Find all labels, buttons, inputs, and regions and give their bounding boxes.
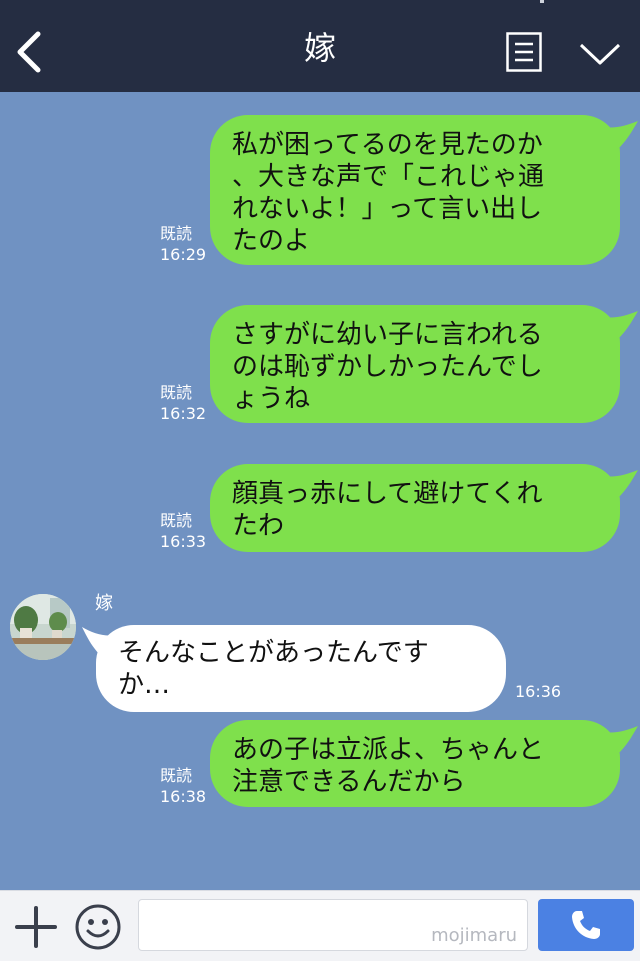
message-list[interactable]: 既読 16:29 私が困ってるのを見たのか 、大きな声で「これじゃ通 れないよ！…	[0, 92, 640, 890]
chevron-down-icon[interactable]	[578, 40, 622, 68]
message-line: れないよ！」って言い出し	[232, 194, 543, 224]
message-time: 16:33	[160, 532, 207, 551]
read-receipt: 既読	[160, 511, 193, 530]
bubble-tail	[604, 311, 638, 339]
message-line: のは恥ずかしかったんでし	[232, 352, 543, 382]
phone-icon	[572, 911, 600, 939]
watermark-text: mojimaru	[431, 925, 517, 946]
chat-header: 嫁	[0, 0, 640, 92]
plus-icon[interactable]	[14, 905, 58, 949]
read-receipt: 既読	[160, 383, 193, 402]
message-line: 顔真っ赤にして避けてくれ	[232, 479, 543, 509]
message-time: 16:29	[160, 245, 207, 264]
message-line: 、大きな声で「これじゃ通	[232, 162, 545, 192]
sender-name: 嫁	[95, 593, 113, 614]
message-line: か…	[118, 670, 171, 700]
message-time: 16:38	[160, 787, 207, 806]
message-line: ょうね	[232, 384, 311, 414]
outgoing-message-bubble[interactable]: 私が困ってるのを見たのか 、大きな声で「これじゃ通 れないよ！」って言い出し た…	[210, 115, 638, 265]
message-line: たのよ	[232, 226, 311, 256]
outgoing-message-bubble[interactable]: あの子は立派よ、ちゃんと 注意できるんだから	[210, 720, 638, 807]
chat-title: 嫁	[303, 29, 336, 67]
message-line: あの子は立派よ、ちゃんと	[232, 735, 545, 765]
message-line: 注意できるんだから	[232, 767, 466, 797]
message-time: 16:32	[160, 404, 207, 423]
call-button[interactable]	[538, 899, 634, 951]
message-meta: 既読 16:33	[160, 510, 206, 552]
message-time: 16:36	[515, 682, 562, 701]
message-input-bar: mojimaru	[0, 890, 640, 961]
message-meta: 既読 16:32	[160, 382, 206, 424]
outgoing-message-bubble[interactable]: 顔真っ赤にして避けてくれ たわ	[210, 464, 638, 552]
message-line: 私が困ってるのを見たのか	[232, 130, 543, 160]
message-meta: 既読 16:38	[160, 765, 206, 807]
bubble-tail	[604, 121, 638, 149]
message-line: さすがに幼い子に言われる	[232, 320, 543, 350]
incoming-message-bubble[interactable]: そんなことがあったんです か…	[82, 625, 506, 712]
plant-photo-icon	[10, 594, 76, 660]
status-indicator	[540, 0, 544, 3]
bubble-tail	[604, 726, 638, 754]
message-line: たわ	[232, 511, 285, 541]
outgoing-message-bubble[interactable]: さすがに幼い子に言われる のは恥ずかしかったんでし ょうね	[210, 305, 638, 423]
message-line: そんなことがあったんです	[118, 638, 429, 668]
smiley-icon[interactable]	[74, 903, 122, 951]
bubble-tail	[82, 627, 116, 657]
read-receipt: 既読	[160, 766, 193, 785]
message-input[interactable]: mojimaru	[138, 899, 528, 951]
bubble-tail	[604, 470, 638, 498]
notes-icon[interactable]	[506, 32, 542, 72]
read-receipt: 既読	[160, 224, 193, 243]
message-meta: 既読 16:29	[160, 223, 206, 265]
contact-avatar[interactable]	[10, 594, 76, 660]
